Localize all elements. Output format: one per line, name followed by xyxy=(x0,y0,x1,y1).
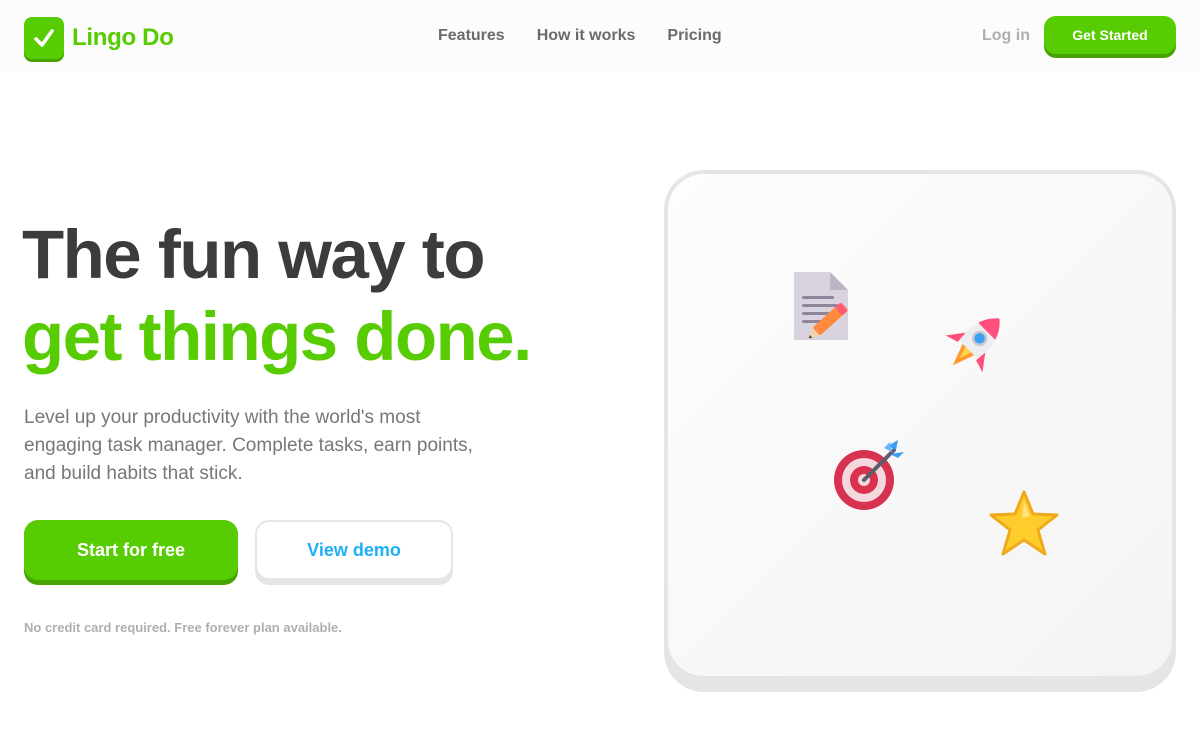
target-icon xyxy=(832,438,912,518)
headline-line-2: get things done. xyxy=(22,298,532,375)
login-link[interactable]: Log in xyxy=(982,27,1030,45)
start-for-free-button[interactable]: Start for free xyxy=(24,520,238,580)
subtext-line: engaging task manager. Complete tasks, e… xyxy=(24,435,473,456)
top-nav: Lingo Do Features How it works Pricing L… xyxy=(0,0,1200,72)
nav-link-features[interactable]: Features xyxy=(438,27,505,45)
subtext-line: and build habits that stick. xyxy=(24,463,243,484)
view-demo-button[interactable]: View demo xyxy=(255,520,453,580)
no-credit-card-note: No credit card required. Free forever pl… xyxy=(24,620,342,635)
memo-icon xyxy=(790,268,860,344)
rocket-icon xyxy=(934,304,1014,384)
brand-name: Lingo Do xyxy=(72,24,174,51)
brand-logo[interactable]: Lingo Do xyxy=(24,17,174,59)
checkmark-icon xyxy=(24,17,64,59)
headline-line-1: The fun way to xyxy=(22,216,485,293)
subtext-line: Level up your productivity with the worl… xyxy=(24,407,421,428)
nav-links: Features How it works Pricing xyxy=(438,27,754,45)
star-icon xyxy=(986,488,1062,564)
nav-link-how-it-works[interactable]: How it works xyxy=(537,27,636,45)
hero-subtext: Level up your productivity with the worl… xyxy=(24,404,524,488)
illustration-card xyxy=(664,170,1176,680)
hero-headline: The fun way to get things done. xyxy=(22,214,532,378)
get-started-button[interactable]: Get Started xyxy=(1044,16,1176,54)
nav-link-pricing[interactable]: Pricing xyxy=(667,27,721,45)
